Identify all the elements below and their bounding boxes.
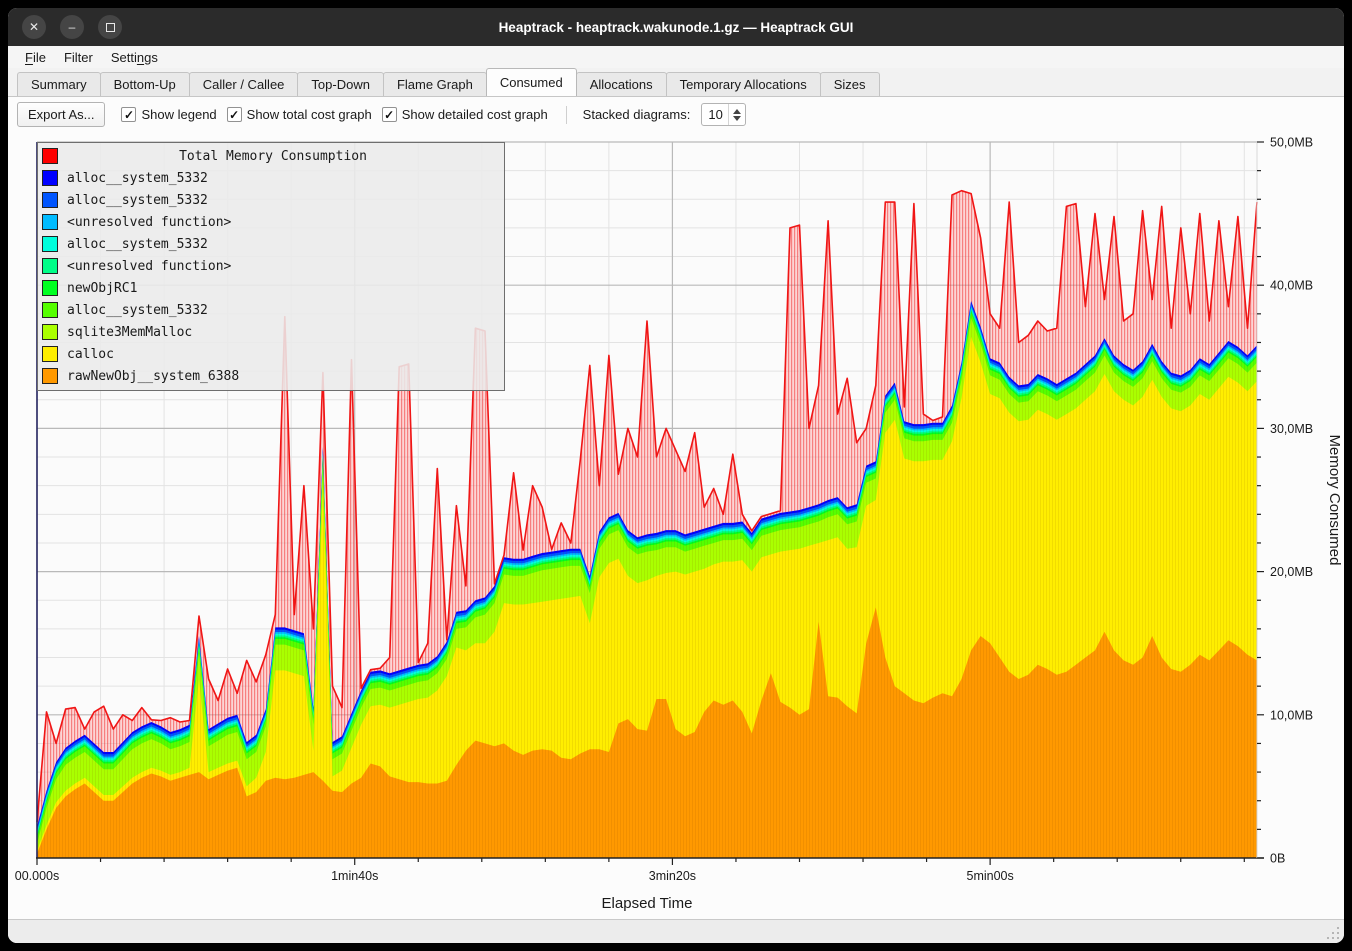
svg-text:30,0MB: 30,0MB [1270,422,1313,436]
stacked-diagrams-label: Stacked diagrams: [583,107,691,122]
window-controls: ✕– [22,15,122,39]
window-title: Heaptrack - heaptrack.wakunode.1.gz — He… [499,20,854,35]
checkbox-box[interactable]: ✓ [227,107,242,122]
svg-text:3min20s: 3min20s [649,869,696,883]
tab-bar: SummaryBottom-UpCaller / CalleeTop-DownF… [8,68,1344,97]
svg-text:50,0MB: 50,0MB [1270,136,1313,150]
svg-text:10,0MB: 10,0MB [1270,708,1313,722]
maximize-icon [106,23,115,32]
y-axis-title: Memory Consumed [1326,435,1343,566]
resize-grip-icon[interactable] [1327,927,1339,939]
legend-swatch [42,280,58,296]
checkbox-box[interactable]: ✓ [121,107,136,122]
legend-swatch [42,368,58,384]
legend-label: newObjRC1 [67,281,137,296]
menu-bar: FileFilterSettings [8,46,1344,68]
toolbar-separator [566,106,567,124]
legend-swatch [42,170,58,186]
toolbar: Export As... ✓ Show legend ✓ Show total cos… [8,97,1344,132]
tab-top-down[interactable]: Top-Down [297,72,384,96]
legend-label: alloc__system_5332 [67,171,208,186]
export-as-button[interactable]: Export As... [17,102,105,127]
legend-swatch [42,324,58,340]
legend-label: rawNewObj__system_6388 [67,369,239,384]
legend-item: rawNewObj__system_6388 [38,365,504,387]
title-bar[interactable]: ✕– Heaptrack - heaptrack.wakunode.1.gz —… [8,8,1344,46]
legend-item: sqlite3MemMalloc [38,321,504,343]
checkbox-show-legend[interactable]: ✓ Show legend [121,107,216,122]
checkbox-box[interactable]: ✓ [382,107,397,122]
tab-bottom-up[interactable]: Bottom-Up [100,72,190,96]
legend-swatch [42,346,58,362]
legend-swatch [42,236,58,252]
legend-label: sqlite3MemMalloc [67,325,192,340]
legend-item: alloc__system_5332 [38,233,504,255]
legend-label: <unresolved function> [67,215,231,230]
checkbox-label: Show total cost graph [247,107,372,122]
legend-item: newObjRC1 [38,277,504,299]
legend-label: calloc [67,347,114,362]
tab-flame-graph[interactable]: Flame Graph [383,72,487,96]
spin-down-icon[interactable] [733,116,741,121]
legend-label: alloc__system_5332 [67,303,208,318]
legend-swatch [42,302,58,318]
menu-settings[interactable]: Settings [102,48,167,67]
tab-sizes[interactable]: Sizes [820,72,880,96]
legend-label: alloc__system_5332 [67,237,208,252]
svg-text:0B: 0B [1270,852,1285,866]
tab-caller-callee[interactable]: Caller / Callee [189,72,299,96]
menu-filter[interactable]: Filter [55,48,102,67]
stacked-diagrams-value[interactable]: 10 [702,104,728,125]
minimize-button[interactable]: – [60,15,84,39]
legend-swatch [42,258,58,274]
svg-text:40,0MB: 40,0MB [1270,279,1313,293]
tab-consumed[interactable]: Consumed [486,68,577,96]
legend-label: <unresolved function> [67,259,231,274]
legend-item: calloc [38,343,504,365]
legend-item: alloc__system_5332 [38,189,504,211]
legend-swatch [42,192,58,208]
legend-item: <unresolved function> [38,255,504,277]
legend-label: alloc__system_5332 [67,193,208,208]
menu-file[interactable]: File [16,48,55,67]
checkbox-label: Show detailed cost graph [402,107,548,122]
x-axis-title: Elapsed Time [602,895,693,912]
chart-legend: Total Memory Consumption alloc__system_53… [37,142,505,391]
heaptrack-window: ✕– Heaptrack - heaptrack.wakunode.1.gz —… [8,8,1344,943]
spinbox-arrows [728,104,745,125]
svg-text:00.000s: 00.000s [15,869,59,883]
legend-item: alloc__system_5332 [38,167,504,189]
svg-text:20,0MB: 20,0MB [1270,565,1313,579]
legend-item: alloc__system_5332 [38,299,504,321]
maximize-button[interactable] [98,15,122,39]
legend-label: Total Memory Consumption [179,149,367,164]
checkbox-show-detailed-cost-graph[interactable]: ✓ Show detailed cost graph [382,107,548,122]
legend-title-row: Total Memory Consumption [38,145,504,167]
close-button[interactable]: ✕ [22,15,46,39]
legend-swatch [42,214,58,230]
spin-up-icon[interactable] [733,109,741,114]
svg-text:5min00s: 5min00s [967,869,1014,883]
checkbox-show-total-cost-graph[interactable]: ✓ Show total cost graph [227,107,372,122]
legend-swatch [42,148,58,164]
tab-allocations[interactable]: Allocations [576,72,667,96]
tab-temporary-allocations[interactable]: Temporary Allocations [666,72,821,96]
checkbox-label: Show legend [141,107,216,122]
stacked-diagrams-spinbox[interactable]: 10 [701,103,746,126]
consumed-chart[interactable]: 00.000s 1min40s 3min20s 5min00s 0B 10,0MB 20,0… [8,132,1344,919]
svg-text:1min40s: 1min40s [331,869,378,883]
tab-summary[interactable]: Summary [17,72,101,96]
checkbox-group: ✓ Show legend ✓ Show total cost graph ✓ Show … [111,107,547,122]
legend-item: <unresolved function> [38,211,504,233]
status-bar [8,919,1344,943]
